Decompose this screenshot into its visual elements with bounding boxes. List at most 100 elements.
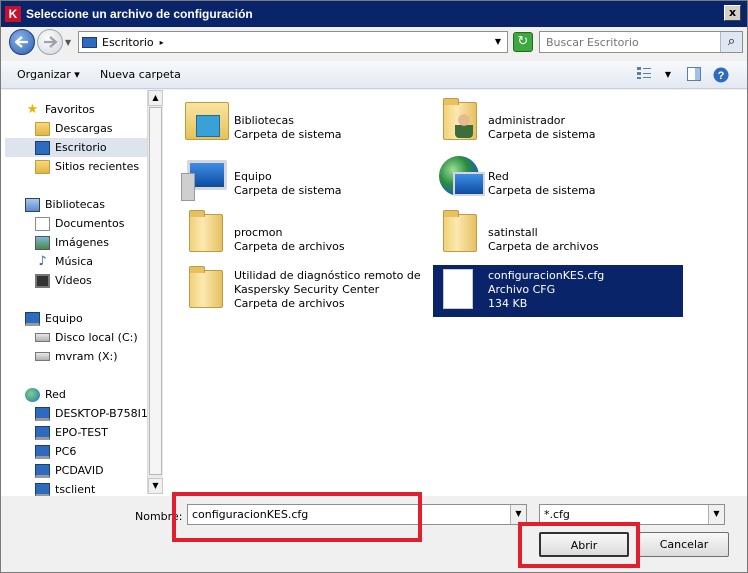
close-button[interactable]: x [724, 5, 741, 21]
address-location[interactable]: Escritorio [102, 36, 154, 49]
computer-icon [181, 152, 231, 201]
file-type-filter-value: *.cfg [544, 508, 570, 521]
refresh-button[interactable]: ↻ [513, 32, 533, 52]
nav-label: Favoritos [45, 103, 95, 116]
nav-item-desktop-b758i1m[interactable]: DESKTOP-B758I1M [35, 404, 147, 423]
nav-label: PCDAVID [55, 464, 104, 477]
user-folder-icon [437, 96, 485, 144]
music-icon: ♪ [38, 253, 47, 269]
back-button[interactable] [9, 29, 35, 55]
view-options-icon[interactable] [635, 67, 653, 83]
documents-icon [35, 216, 50, 231]
file-name: administrador [488, 114, 566, 127]
network-icon [25, 387, 40, 402]
organize-menu[interactable]: Organizar ▾ [17, 68, 80, 81]
file-item-administrador[interactable]: administrador Carpeta de sistema [437, 96, 687, 148]
drive-icon [35, 333, 50, 342]
nav-item-mvram[interactable]: mvram (X:) [35, 347, 147, 366]
help-icon[interactable]: ? [712, 67, 730, 83]
computer-icon [35, 406, 50, 421]
file-item-bibliotecas[interactable]: Bibliotecas Carpeta de sistema [183, 96, 433, 148]
libraries-icon [25, 197, 40, 212]
nav-label: Disco local (C:) [55, 331, 138, 344]
recent-places-icon [35, 159, 50, 174]
network-icon [437, 152, 485, 200]
nav-label: EPO-TEST [55, 426, 108, 439]
scroll-up-icon[interactable]: ▲ [148, 90, 163, 106]
file-type: Carpeta de sistema [488, 128, 596, 141]
file-name: Red [488, 170, 509, 183]
forward-button[interactable] [37, 29, 63, 55]
preview-pane-icon[interactable] [685, 67, 703, 83]
folder-icon [183, 264, 231, 312]
file-name: Equipo [234, 170, 272, 183]
search-input[interactable] [546, 35, 716, 49]
nav-label: Descargas [55, 122, 113, 135]
nav-item-disco-local[interactable]: Disco local (C:) [35, 328, 147, 347]
nav-favorites[interactable]: ★ Favoritos [25, 100, 147, 119]
file-item-procmon[interactable]: procmon Carpeta de archivos [183, 208, 433, 260]
nav-label: PC6 [55, 445, 77, 458]
forward-arrow-icon [44, 36, 57, 48]
file-item-red[interactable]: Red Carpeta de sistema [437, 152, 687, 204]
nav-scrollbar[interactable]: ▲ ▼ [147, 90, 163, 494]
desktop-icon [35, 140, 50, 155]
computer-icon [35, 425, 50, 440]
kaspersky-app-icon: K [5, 6, 21, 22]
cancel-button[interactable]: Cancelar [639, 532, 729, 557]
file-type: Carpeta de archivos [234, 297, 345, 310]
file-name: configuracionKES.cfg [488, 269, 605, 282]
network-drive-icon [35, 352, 50, 361]
file-name-line1: Utilidad de diagnóstico remoto de [234, 269, 421, 282]
file-item-satinstall[interactable]: satinstall Carpeta de archivos [437, 208, 687, 260]
chevron-down-icon[interactable]: ▼ [708, 505, 724, 524]
nav-equipo[interactable]: Equipo [25, 309, 147, 328]
file-item-utilidad-diagnostico[interactable]: Utilidad de diagnóstico remoto de Kaspers… [183, 264, 433, 320]
search-icon[interactable]: ⌕ [720, 32, 742, 52]
search-box[interactable]: ⌕ [539, 31, 743, 53]
file-type: Carpeta de sistema [234, 184, 342, 197]
folder-icon [183, 208, 231, 256]
videos-icon [35, 273, 50, 288]
nav-label: Música [55, 255, 94, 268]
file-size: 134 KB [488, 297, 528, 310]
scroll-down-icon[interactable]: ▼ [148, 478, 163, 494]
computer-icon [35, 444, 50, 459]
nav-item-videos[interactable]: Vídeos [35, 271, 147, 290]
nav-item-descargas[interactable]: Descargas [35, 119, 147, 138]
file-type: Carpeta de sistema [488, 184, 596, 197]
file-type: Archivo CFG [488, 283, 556, 296]
breadcrumb-chevron-icon[interactable]: ▸ [160, 38, 164, 47]
nav-red[interactable]: Red [25, 385, 147, 404]
nav-item-tsclient[interactable]: tsclient [35, 480, 147, 496]
scroll-thumb[interactable] [149, 107, 162, 475]
nav-item-documentos[interactable]: Documentos [35, 214, 147, 233]
nav-item-imagenes[interactable]: Imágenes [35, 233, 147, 252]
file-type: Carpeta de sistema [234, 128, 342, 141]
file-item-configuracionkes[interactable]: configuracionKES.cfg Archivo CFG 134 KB [433, 265, 683, 317]
nav-label: Imágenes [55, 236, 109, 249]
nav-bibliotecas[interactable]: Bibliotecas [25, 195, 147, 214]
computer-icon [25, 311, 40, 326]
address-bar[interactable]: Escritorio ▸ ▼ [78, 31, 508, 53]
file-name: procmon [234, 226, 283, 239]
nav-item-epo-test[interactable]: EPO-TEST [35, 423, 147, 442]
nav-item-escritorio[interactable]: Escritorio [5, 138, 147, 157]
new-folder-button[interactable]: Nueva carpeta [100, 68, 181, 81]
nav-item-musica[interactable]: ♪ Música [35, 252, 147, 271]
nav-label: Sitios recientes [55, 160, 140, 173]
nav-item-sitios-recientes[interactable]: Sitios recientes [35, 157, 147, 176]
nav-label: Escritorio [55, 141, 107, 154]
nav-item-pcdavid[interactable]: PCDAVID [35, 461, 147, 480]
address-dropdown-icon[interactable]: ▼ [495, 37, 501, 46]
downloads-folder-icon [35, 121, 50, 136]
nav-label: DESKTOP-B758I1M [55, 407, 147, 420]
file-type: Carpeta de archivos [234, 240, 345, 253]
file-item-equipo[interactable]: Equipo Carpeta de sistema [181, 152, 433, 204]
back-arrow-icon [15, 36, 28, 48]
nav-item-pc6[interactable]: PC6 [35, 442, 147, 461]
star-icon: ★ [26, 101, 39, 117]
recent-pages-dropdown[interactable]: ▼ [65, 38, 71, 47]
view-dropdown-icon[interactable]: ▼ [659, 70, 677, 86]
title-bar: K Seleccione un archivo de configuración… [1, 1, 747, 27]
